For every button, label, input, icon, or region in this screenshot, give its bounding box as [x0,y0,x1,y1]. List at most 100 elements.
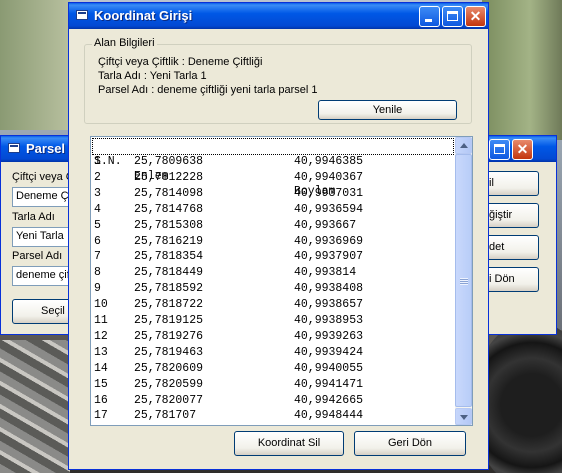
grip-icon [460,278,468,285]
row-sn: 10 [94,298,108,312]
farmer-info: Çiftçi veya Çiftlik : Deneme Çiftliği [98,56,263,68]
row-longitude: 40,9940055 [294,361,364,375]
parsel-window[interactable]: Parsel Çiftçi veya Ç Deneme Çi Tarla Adı… [0,135,87,335]
row-longitude: 40,9941471 [294,377,364,391]
farmer-label: Çiftçi veya Ç [12,171,74,183]
row-sn: 15 [94,377,108,391]
maximize-button[interactable] [442,6,463,27]
window-app-icon [76,10,88,20]
background-machinery [0,340,70,473]
row-longitude: 40,9942665 [294,393,364,407]
field-info: Tarla Adı : Yeni Tarla 1 [98,70,207,82]
row-latitude: 25,7818449 [134,266,204,280]
background-window-right[interactable]: ✕ il ğiştir det i Dön [487,135,557,335]
row-sn: 17 [94,409,108,423]
row-latitude: 25,7815308 [134,218,204,232]
delete-coordinate-label: Koordinat Sil [257,437,321,449]
row-latitude: 25,7818354 [134,250,204,264]
delete-coordinate-button[interactable]: Koordinat Sil [234,431,344,456]
right-window-button-4[interactable]: i Dön [487,267,539,292]
row-latitude: 25,7819463 [134,345,204,359]
scroll-thumb[interactable] [455,154,472,407]
row-latitude: 25,7809638 [134,155,204,168]
close-icon: ✕ [469,8,482,24]
row-sn: 11 [94,314,108,327]
row-sn: 1 [94,155,101,168]
parsel-titlebar[interactable]: Parsel [1,136,75,162]
parcel-name-label: Parsel Adı [12,250,63,262]
row-sn: 6 [94,234,101,248]
close-icon: ✕ [516,141,529,157]
coordinate-list[interactable]: S.N. Enlem Boylam 1 25,7809638 40,9946385 2… [90,136,473,426]
row-latitude: 25,781707 [134,409,197,423]
row-latitude: 25,7819125 [134,314,204,327]
dialog-client-area: Alan Bilgileri Çiftçi veya Çiftlik : Den… [72,29,485,466]
maximize-icon [494,144,505,154]
row-sn: 3 [94,186,101,200]
field-name-label: Tarla Adı [12,211,55,223]
chevron-down-icon [460,415,468,420]
row-longitude: 40,9948444 [294,409,364,423]
row-longitude: 40,993667 [294,218,357,232]
right-window-maximize-button[interactable] [489,139,510,160]
right-window-client: il ğiştir det i Dön [487,162,553,331]
close-button[interactable]: ✕ [465,6,486,27]
row-latitude: 25,7818592 [134,282,204,296]
row-longitude: 40,9936594 [294,202,364,216]
right-window-button-2[interactable]: ğiştir [487,203,539,228]
row-latitude: 25,7814098 [134,186,204,200]
row-latitude: 25,7820077 [134,393,204,407]
row-sn: 9 [94,282,101,296]
row-sn: 7 [94,250,101,264]
minimize-button[interactable] [419,6,440,27]
row-sn: 4 [94,202,101,216]
row-longitude: 40,9936969 [294,234,364,248]
row-longitude: 40,9937031 [294,186,364,200]
row-latitude: 25,7816219 [134,234,204,248]
row-latitude: 25,7814768 [134,202,204,216]
area-info-group: Alan Bilgileri Çiftçi veya Çiftlik : Den… [84,37,472,124]
refresh-button-label: Yenile [372,104,403,116]
row-longitude: 40,9946385 [294,155,364,168]
back-button[interactable]: Geri Dön [354,431,466,456]
row-sn: 8 [94,266,101,280]
back-button-label: Geri Dön [387,437,433,449]
background-foliage-right [482,0,562,140]
coordinate-list-header[interactable]: S.N. Enlem Boylam [92,138,454,198]
row-latitude: 25,7819276 [134,329,204,343]
row-longitude: 40,9937907 [294,250,364,264]
row-longitude: 40,9939424 [294,345,364,359]
right-window-titlebar[interactable]: ✕ [487,136,556,162]
row-longitude: 40,9939263 [294,329,364,343]
row-sn: 14 [94,361,108,375]
chevron-up-icon [460,143,468,148]
right-window-button-1[interactable]: il [487,171,539,196]
area-info-group-title: Alan Bilgileri [92,37,157,49]
parcel-info: Parsel Adı : deneme çiftliği yeni tarla … [98,84,318,96]
scroll-up-button[interactable] [455,137,472,154]
row-sn: 16 [94,393,108,407]
list-vertical-scrollbar[interactable] [455,137,472,425]
parsel-window-title: Parsel [26,141,66,156]
row-longitude: 40,9938953 [294,314,364,327]
right-window-button-3[interactable]: det [487,235,539,260]
right-window-close-button[interactable]: ✕ [512,139,533,160]
row-sn: 5 [94,218,101,232]
dialog-title: Koordinat Girişi [94,8,193,23]
row-sn: 13 [94,345,108,359]
row-longitude: 40,9938657 [294,298,364,312]
coordinate-entry-dialog[interactable]: Koordinat Girişi ✕ Alan Bilgileri Çiftçi… [68,2,489,470]
refresh-button[interactable]: Yenile [318,100,457,120]
window-app-icon [8,143,20,153]
row-latitude: 25,7820599 [134,377,204,391]
row-longitude: 40,9940367 [294,170,364,184]
background-foliage-left [0,0,70,130]
maximize-icon [447,11,458,21]
row-sn: 12 [94,329,108,343]
row-latitude: 25,7812228 [134,170,204,184]
scroll-down-button[interactable] [455,408,472,425]
row-sn: 2 [94,170,101,184]
row-longitude: 40,993814 [294,266,357,280]
row-longitude: 40,9938408 [294,282,364,296]
dialog-titlebar[interactable]: Koordinat Girişi ✕ [69,3,488,29]
